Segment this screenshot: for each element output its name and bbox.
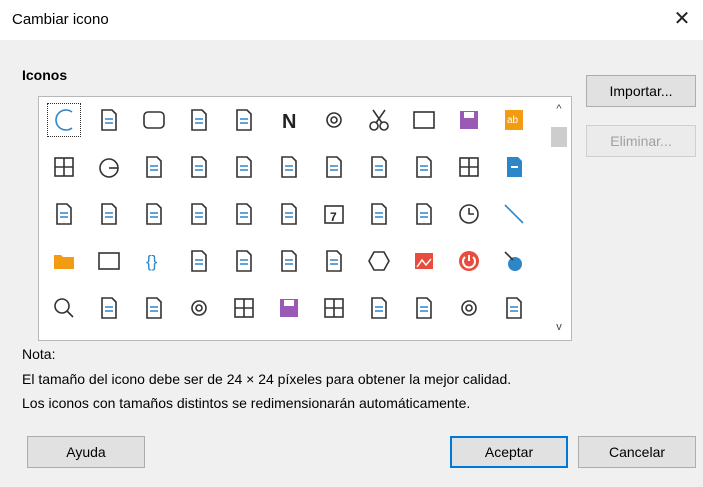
- braces-icon[interactable]: {}: [137, 244, 171, 278]
- duplicate-icon[interactable]: [407, 291, 441, 325]
- diagonal-line-icon[interactable]: [497, 197, 531, 231]
- svg-text:ab: ab: [507, 115, 519, 126]
- settings-shape-icon[interactable]: [317, 103, 351, 137]
- icon-list[interactable]: Nab 7 {} ^ v: [38, 96, 572, 341]
- save-purple-icon[interactable]: [272, 291, 306, 325]
- layout-icon[interactable]: [227, 291, 261, 325]
- doc-blue-icon[interactable]: [497, 150, 531, 184]
- power-icon[interactable]: [452, 244, 486, 278]
- sort-descending-icon[interactable]: [137, 150, 171, 184]
- svg-text:N: N: [282, 111, 296, 133]
- grid-layout-icon[interactable]: [317, 291, 351, 325]
- icons-label: Iconos: [22, 67, 68, 83]
- svg-text:7: 7: [330, 210, 337, 224]
- scroll-up-icon[interactable]: ^: [553, 103, 565, 115]
- arc-icon[interactable]: [47, 103, 81, 137]
- zoom-icon[interactable]: [47, 291, 81, 325]
- scroll-thumb[interactable]: [551, 127, 567, 147]
- page-icon[interactable]: [92, 103, 126, 137]
- calendar-icon[interactable]: 7: [317, 197, 351, 231]
- font-grow-icon[interactable]: [362, 197, 396, 231]
- form-icon[interactable]: [497, 291, 531, 325]
- gear-icon[interactable]: [452, 291, 486, 325]
- add-list-icon[interactable]: [407, 150, 441, 184]
- text-cursor-icon[interactable]: [47, 197, 81, 231]
- dialog-title: Cambiar icono: [12, 11, 109, 28]
- cancel-button[interactable]: Cancelar: [578, 436, 696, 468]
- pie-icon[interactable]: [92, 150, 126, 184]
- pdf-icon[interactable]: [92, 197, 126, 231]
- line-spacing-icon[interactable]: [272, 197, 306, 231]
- curve-icon[interactable]: [317, 244, 351, 278]
- page-break-icon[interactable]: [362, 291, 396, 325]
- svg-text:{}: {}: [146, 252, 158, 271]
- node-icon[interactable]: [497, 244, 531, 278]
- printer-icon[interactable]: [227, 244, 261, 278]
- bold-n-icon[interactable]: N: [272, 103, 306, 137]
- save-edit-icon[interactable]: [452, 103, 486, 137]
- numbered-page-icon[interactable]: [137, 197, 171, 231]
- picture-edit-icon[interactable]: [317, 150, 351, 184]
- vertical-scrollbar[interactable]: ^ v: [547, 97, 571, 340]
- square-icon[interactable]: [407, 103, 441, 137]
- spreadsheet-icon[interactable]: [452, 150, 486, 184]
- hexagon-icon[interactable]: [362, 244, 396, 278]
- blank-page-icon[interactable]: [272, 244, 306, 278]
- note-line-1: El tamaño del icono debe ser de 24 × 24 …: [22, 371, 512, 387]
- accept-button[interactable]: Aceptar: [450, 436, 568, 468]
- rounded-rect-icon[interactable]: [137, 103, 171, 137]
- help-button[interactable]: Ayuda: [27, 436, 145, 468]
- field-doc-icon-2[interactable]: [137, 291, 171, 325]
- dots-bar-icon[interactable]: [272, 150, 306, 184]
- spellcheck-icon[interactable]: ab: [497, 103, 531, 137]
- two-pages-icon[interactable]: [407, 197, 441, 231]
- hash-frame-icon[interactable]: [227, 103, 261, 137]
- note-heading: Nota:: [22, 346, 56, 362]
- copy-doc-icon[interactable]: [227, 150, 261, 184]
- import-button[interactable]: Importar...: [586, 75, 696, 107]
- title-bar: Cambiar icono ✕: [0, 0, 703, 40]
- close-icon[interactable]: ✕: [669, 6, 695, 32]
- frame-settings-icon[interactable]: [182, 291, 216, 325]
- table-grid-icon[interactable]: [47, 150, 81, 184]
- folder-icon[interactable]: [47, 244, 81, 278]
- scissors-icon[interactable]: [362, 103, 396, 137]
- list-icon[interactable]: [182, 244, 216, 278]
- redo-icon[interactable]: [92, 291, 126, 325]
- image-icon[interactable]: [407, 244, 441, 278]
- note-line-2: Los iconos con tamaños distintos se redi…: [22, 395, 471, 411]
- delete-button[interactable]: Eliminar...: [586, 125, 696, 157]
- spell-abc-icon[interactable]: [227, 197, 261, 231]
- portrait-frame-icon[interactable]: [182, 150, 216, 184]
- columns-icon[interactable]: [182, 197, 216, 231]
- clock-icon[interactable]: [452, 197, 486, 231]
- rectangle-icon[interactable]: [92, 244, 126, 278]
- scroll-down-icon[interactable]: v: [553, 321, 565, 333]
- field-doc-icon[interactable]: [182, 103, 216, 137]
- note-fold-icon[interactable]: [362, 150, 396, 184]
